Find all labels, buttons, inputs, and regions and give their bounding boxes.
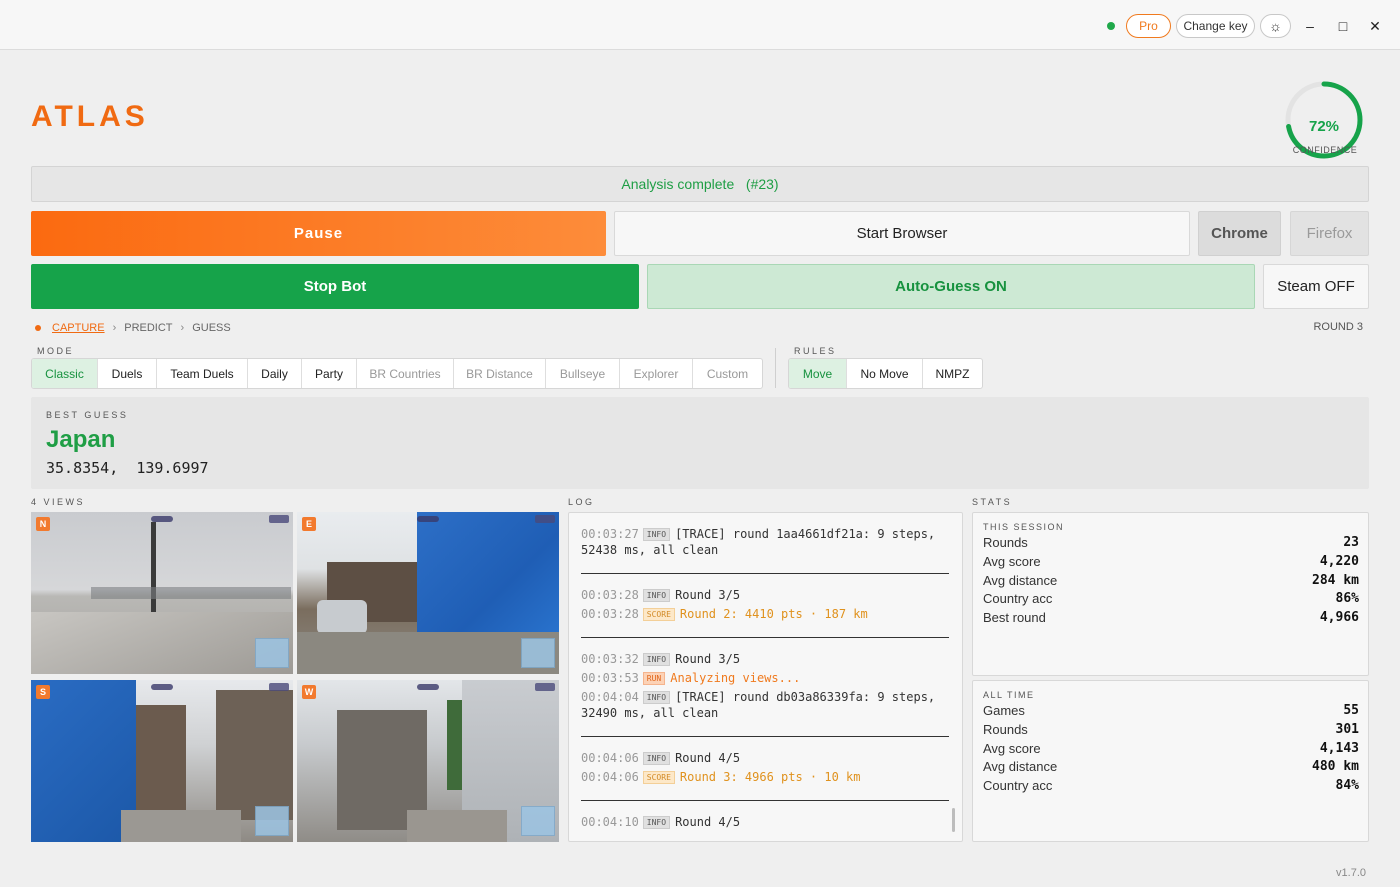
mode-option-explorer[interactable]: Explorer: [620, 359, 693, 388]
mode-option-custom[interactable]: Custom: [693, 359, 762, 388]
confidence-value: 72%: [1309, 118, 1339, 135]
stat-row: Country acc 84%: [983, 778, 1359, 793]
street-view-south[interactable]: S: [31, 680, 293, 842]
log-line: 00:04:10 INFO Round 4/5: [581, 815, 741, 829]
direction-badge: N: [36, 517, 50, 531]
minimize-icon[interactable]: –: [1298, 14, 1322, 38]
mode-option-duels[interactable]: Duels: [98, 359, 157, 388]
firefox-button[interactable]: Firefox: [1290, 211, 1369, 256]
log-label: LOG: [568, 497, 595, 507]
session-stats-panel: THIS SESSION Rounds 23 Avg score 4,220 Avg…: [972, 512, 1369, 676]
log-line: 00:04:06 INFO Round 4/5: [581, 751, 741, 765]
mode-option-br-distance[interactable]: BR Distance: [454, 359, 546, 388]
rules-option-move[interactable]: Move: [789, 359, 847, 388]
confidence-label: CONFIDENCE: [1292, 145, 1358, 155]
log-line: 52438 ms, all clean: [581, 543, 719, 557]
minimap: [521, 806, 555, 836]
street-view-east[interactable]: E: [297, 512, 559, 674]
stats-label: STATS: [972, 497, 1013, 507]
log-divider: [581, 800, 949, 801]
best-guess-longitude: 139.6997: [136, 459, 209, 477]
mode-option-classic[interactable]: Classic: [32, 359, 98, 388]
round-indicator: ROUND 3: [1313, 321, 1363, 333]
connection-status-dot: [1107, 22, 1115, 30]
stat-row: Avg score 4,143: [983, 741, 1359, 756]
mode-option-party[interactable]: Party: [302, 359, 357, 388]
mode-option-bullseye[interactable]: Bullseye: [546, 359, 620, 388]
minimap: [255, 806, 289, 836]
direction-badge: S: [36, 685, 50, 699]
log-scrollbar[interactable]: [952, 808, 955, 832]
pro-badge[interactable]: Pro: [1126, 14, 1171, 38]
change-key-button[interactable]: Change key: [1176, 14, 1255, 38]
log-line: 00:03:53 RUN Analyzing views...: [581, 671, 801, 685]
views-label: 4 VIEWS: [31, 497, 86, 507]
stat-row: Country acc 86%: [983, 591, 1359, 606]
stat-row: Rounds 23: [983, 535, 1359, 550]
stat-row: Best round 4,966: [983, 610, 1359, 625]
street-view-west[interactable]: W: [297, 680, 559, 842]
status-bar: Analysis complete (#23): [31, 166, 1369, 202]
version-label: v1.7.0: [1336, 867, 1366, 879]
best-guess-coordinates: 35.8354, 139.6997: [46, 459, 209, 477]
log-divider: [581, 637, 949, 638]
mode-option-team-duels[interactable]: Team Duels: [157, 359, 248, 388]
selector-divider: [775, 348, 776, 388]
rules-option-nmpz[interactable]: NMPZ: [923, 359, 982, 388]
mode-label: MODE: [37, 346, 74, 356]
rules-option-no-move[interactable]: No Move: [847, 359, 923, 388]
start-browser-button[interactable]: Start Browser: [614, 211, 1190, 256]
session-stats-label: THIS SESSION: [983, 522, 1065, 532]
stat-row: Games 55: [983, 703, 1359, 718]
theme-toggle-icon[interactable]: ☼: [1260, 14, 1291, 38]
chrome-button[interactable]: Chrome: [1198, 211, 1281, 256]
stat-row: Avg score 4,220: [983, 554, 1359, 569]
pipeline-breadcrumb: CAPTURE › PREDICT › GUESS: [35, 321, 231, 335]
close-icon[interactable]: ✕: [1363, 14, 1387, 38]
log-panel[interactable]: 00:03:27 INFO [TRACE] round 1aa4661df21a: …: [568, 512, 963, 842]
log-line: 00:03:32 INFO Round 3/5: [581, 652, 741, 666]
street-view-north[interactable]: N: [31, 512, 293, 674]
steam-toggle[interactable]: Steam OFF: [1263, 264, 1369, 309]
log-line: 00:04:06 SCORE Round 3: 4966 pts · 10 km: [581, 770, 861, 784]
mode-option-br-countries[interactable]: BR Countries: [357, 359, 454, 388]
auto-guess-toggle[interactable]: Auto-Guess ON: [647, 264, 1255, 309]
best-guess-latitude: 35.8354,: [46, 459, 119, 477]
log-line: 32490 ms, all clean: [581, 706, 719, 720]
best-guess-label: BEST GUESS: [46, 410, 129, 420]
best-guess-country: Japan: [46, 426, 116, 453]
alltime-stats-label: ALL TIME: [983, 690, 1035, 700]
log-line: 00:03:28 SCORE Round 2: 4410 pts · 187 km: [581, 607, 868, 621]
log-line: 00:04:04 INFO [TRACE] round db03a86339fa: …: [581, 690, 936, 704]
direction-badge: W: [302, 685, 316, 699]
log-line: 00:03:27 INFO [TRACE] round 1aa4661df21a: …: [581, 527, 936, 541]
status-text: Analysis complete (#23): [621, 176, 779, 192]
pipeline-step-guess: GUESS: [192, 322, 231, 334]
log-divider: [581, 573, 949, 574]
chevron-right-icon: ›: [112, 322, 117, 334]
stop-bot-button[interactable]: Stop Bot: [31, 264, 639, 309]
stat-row: Rounds 301: [983, 722, 1359, 737]
mode-option-daily[interactable]: Daily: [248, 359, 302, 388]
pipeline-active-dot: [35, 325, 41, 331]
pause-button[interactable]: Pause: [31, 211, 606, 256]
pipeline-step-predict: PREDICT: [124, 322, 173, 334]
app-logo: ATLAS: [31, 100, 149, 133]
minimap: [255, 638, 289, 668]
stat-row: Avg distance 480 km: [983, 759, 1359, 774]
direction-badge: E: [302, 517, 316, 531]
rules-label: RULES: [794, 346, 837, 356]
log-line: 00:03:28 INFO Round 3/5: [581, 588, 741, 602]
mode-selector: Classic Duels Team Duels Daily Party BR …: [31, 358, 763, 389]
maximize-icon[interactable]: □: [1331, 14, 1355, 38]
chevron-right-icon: ›: [180, 322, 185, 334]
alltime-stats-panel: ALL TIME Games 55 Rounds 301 Avg score 4,14…: [972, 680, 1369, 842]
best-guess-panel: [31, 397, 1369, 489]
rules-selector: Move No Move NMPZ: [788, 358, 983, 389]
pipeline-step-capture: CAPTURE: [52, 322, 105, 334]
minimap: [521, 638, 555, 668]
stat-row: Avg distance 284 km: [983, 573, 1359, 588]
log-divider: [581, 736, 949, 737]
